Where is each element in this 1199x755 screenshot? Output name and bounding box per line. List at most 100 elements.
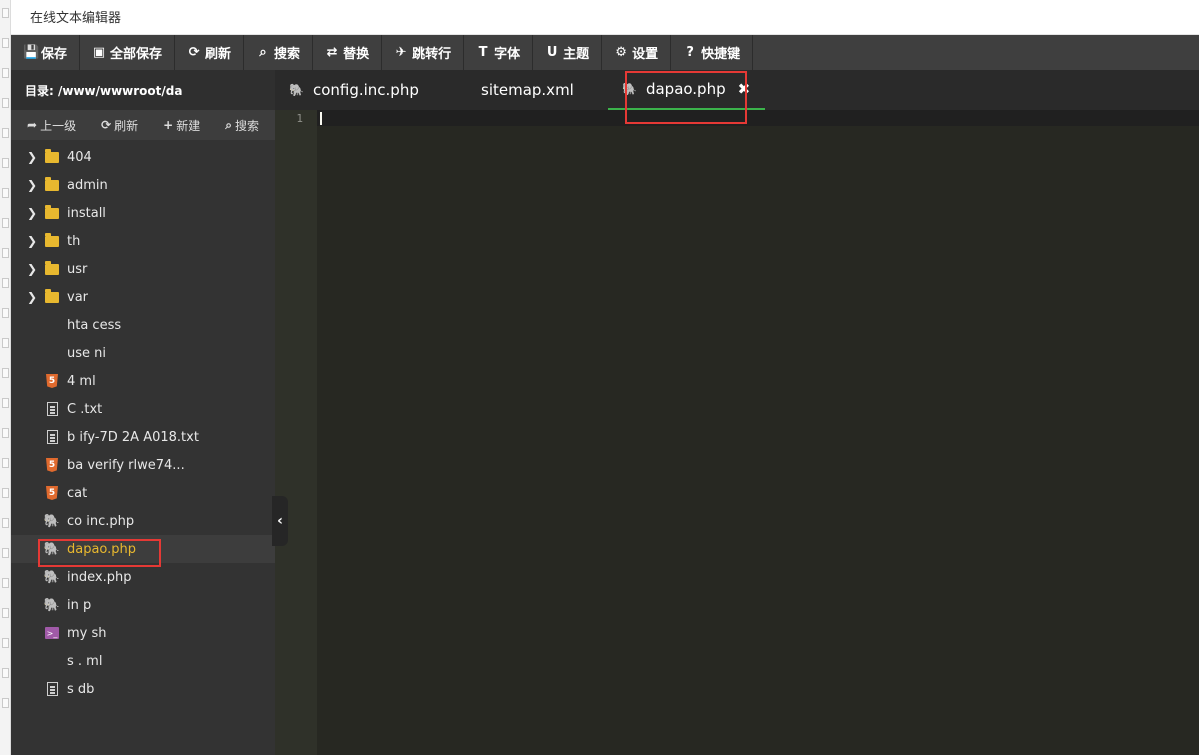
left-gutter-strip xyxy=(0,0,11,755)
folder-item[interactable]: ❯ var xyxy=(11,283,275,311)
file-item[interactable]: 🐘 co inc.php xyxy=(11,507,275,535)
text-cursor xyxy=(320,112,322,125)
code-editor[interactable]: 1 xyxy=(275,110,1199,755)
gutter-checkbox xyxy=(2,548,9,558)
toolbar-button-font[interactable]: T 字体 xyxy=(464,35,534,70)
blank-file-icon xyxy=(44,654,60,668)
file-name: in p xyxy=(67,597,92,613)
gutter-checkbox xyxy=(2,38,9,48)
sidebar-tool-plus[interactable]: + 新建 xyxy=(147,117,209,134)
file-name: usr xyxy=(67,261,88,277)
gutter-checkbox xyxy=(2,158,9,168)
toolbar-button-goto-line[interactable]: ✈ 跳转行 xyxy=(382,35,465,70)
file-item[interactable]: C .txt xyxy=(11,395,275,423)
gutter-checkbox xyxy=(2,218,9,228)
directory-path: 目录: /www/wwwroot/da xyxy=(11,70,275,110)
gutter-checkbox xyxy=(2,518,9,528)
gutter-checkbox xyxy=(2,68,9,78)
file-item[interactable]: s . ml xyxy=(11,647,275,675)
gutter-checkbox xyxy=(2,368,9,378)
file-name: s db xyxy=(67,681,95,697)
file-name: hta cess xyxy=(67,317,122,333)
toolbar-button-settings-gear[interactable]: ⚙ 设置 xyxy=(602,35,672,70)
file-item[interactable]: >_ my sh xyxy=(11,619,275,647)
toolbar-button-search[interactable]: ⌕ 搜索 xyxy=(244,35,314,70)
toolbar-button-label: 设置 xyxy=(632,47,659,62)
sidebar-tool-search[interactable]: ⌕ 搜索 xyxy=(209,117,268,134)
blank-file-icon xyxy=(44,318,60,332)
php-file-icon: 🐘 xyxy=(43,569,61,585)
gutter-checkbox xyxy=(2,128,9,138)
theme-icon: U xyxy=(546,45,558,60)
refresh-icon: ⟳ xyxy=(101,118,112,132)
file-name: my sh xyxy=(67,625,107,641)
sidebar-collapse-handle[interactable]: ‹ xyxy=(272,496,288,546)
file-sidebar: 目录: /www/wwwroot/da ➦ 上一级 ⟳ 刷新 + 新建 ⌕ 搜索 ❯ 404 ❯ a… xyxy=(11,70,275,755)
toolbar-button-help[interactable]: ? 快捷键 xyxy=(671,35,754,70)
file-name: b ify-7D 2A A018.txt xyxy=(67,429,199,445)
chevron-right-icon: ❯ xyxy=(26,262,38,276)
file-item[interactable]: b ify-7D 2A A018.txt xyxy=(11,423,275,451)
shell-file-icon: >_ xyxy=(45,627,59,639)
folder-icon xyxy=(44,232,60,248)
editor-tab[interactable]: 🐘 config.inc.php xyxy=(275,70,455,110)
toolbar-button-label: 保存 xyxy=(41,47,68,62)
goto-line-icon: ✈ xyxy=(395,45,407,60)
editor-window: 在线文本编辑器 💾 保存 ▣ 全部保存 ⟳ 刷新 ⌕ 搜索 ⇄ 替换 ✈ 跳转行 T 字体 U 主题 ⚙ 设置? 快… xyxy=(0,0,1199,755)
toolbar-button-save-all[interactable]: ▣ 全部保存 xyxy=(80,35,176,70)
file-name: co inc.php xyxy=(67,513,135,529)
highlight-box-file xyxy=(38,539,161,567)
gutter-checkbox xyxy=(2,668,9,678)
toolbar-button-theme[interactable]: U 主题 xyxy=(533,35,603,70)
file-item[interactable]: 🐘 in p xyxy=(11,591,275,619)
chevron-right-icon: ❯ xyxy=(26,290,38,304)
file-name: C .txt xyxy=(67,401,103,417)
tab-label: config.inc.php xyxy=(312,81,419,99)
folder-item[interactable]: ❯ th xyxy=(11,227,275,255)
toolbar-button-label: 刷新 xyxy=(205,47,232,62)
folder-item[interactable]: ❯ 404 xyxy=(11,143,275,171)
file-name: 404 xyxy=(67,149,92,165)
toolbar-button-label: 快捷键 xyxy=(701,47,741,62)
folder-item[interactable]: ❯ usr xyxy=(11,255,275,283)
gutter-checkbox xyxy=(2,188,9,198)
file-item[interactable]: use ni xyxy=(11,339,275,367)
text-file-icon xyxy=(44,430,60,444)
gutter-checkbox xyxy=(2,278,9,288)
file-item[interactable]: s db xyxy=(11,675,275,703)
file-item[interactable]: 5 ba verify rlwe74... xyxy=(11,451,275,479)
php-file-icon: 🐘 xyxy=(43,513,61,529)
toolbar-button-replace[interactable]: ⇄ 替换 xyxy=(313,35,383,70)
sidebar-tool-up-arrow[interactable]: ➦ 上一级 xyxy=(11,117,85,134)
php-file-icon: 🐘 xyxy=(289,83,304,97)
html5-file-icon: 5 xyxy=(44,458,60,472)
sidebar-tool-refresh[interactable]: ⟳ 刷新 xyxy=(85,117,147,134)
tab-label: sitemap.xml xyxy=(481,81,574,99)
file-item[interactable]: 5 cat xyxy=(11,479,275,507)
file-item[interactable]: hta cess xyxy=(11,311,275,339)
folder-item[interactable]: ❯ admin xyxy=(11,171,275,199)
file-name: var xyxy=(67,289,89,305)
file-name: cat xyxy=(67,485,88,501)
toolbar-button-refresh[interactable]: ⟳ 刷新 xyxy=(175,35,245,70)
plus-icon: + xyxy=(163,118,174,132)
editor-area: 🐘 config.inc.php sitemap.xml 🐘 dapao.php ✖ 1 xyxy=(275,70,1199,755)
gutter-checkbox xyxy=(2,488,9,498)
toolbar-button-save[interactable]: 💾 保存 xyxy=(11,35,81,70)
active-line xyxy=(317,110,1199,126)
file-item[interactable]: 🐘 index.php xyxy=(11,563,275,591)
editor-tab[interactable]: sitemap.xml xyxy=(455,70,608,110)
folder-item[interactable]: ❯ install xyxy=(11,199,275,227)
line-number: 1 xyxy=(296,112,303,125)
gutter-checkbox xyxy=(2,248,9,258)
sidebar-tool-label: 刷新 xyxy=(114,118,139,133)
chevron-right-icon: ❯ xyxy=(26,206,38,220)
sidebar-tool-label: 搜索 xyxy=(234,118,259,133)
file-name: admin xyxy=(67,177,108,193)
file-item[interactable]: 5 4 ml xyxy=(11,367,275,395)
html5-file-icon: 5 xyxy=(44,374,60,388)
gutter-checkbox xyxy=(2,398,9,408)
gutter-checkbox xyxy=(2,578,9,588)
sidebar-tool-label: 上一级 xyxy=(40,118,77,133)
file-name: 4 ml xyxy=(67,373,96,389)
